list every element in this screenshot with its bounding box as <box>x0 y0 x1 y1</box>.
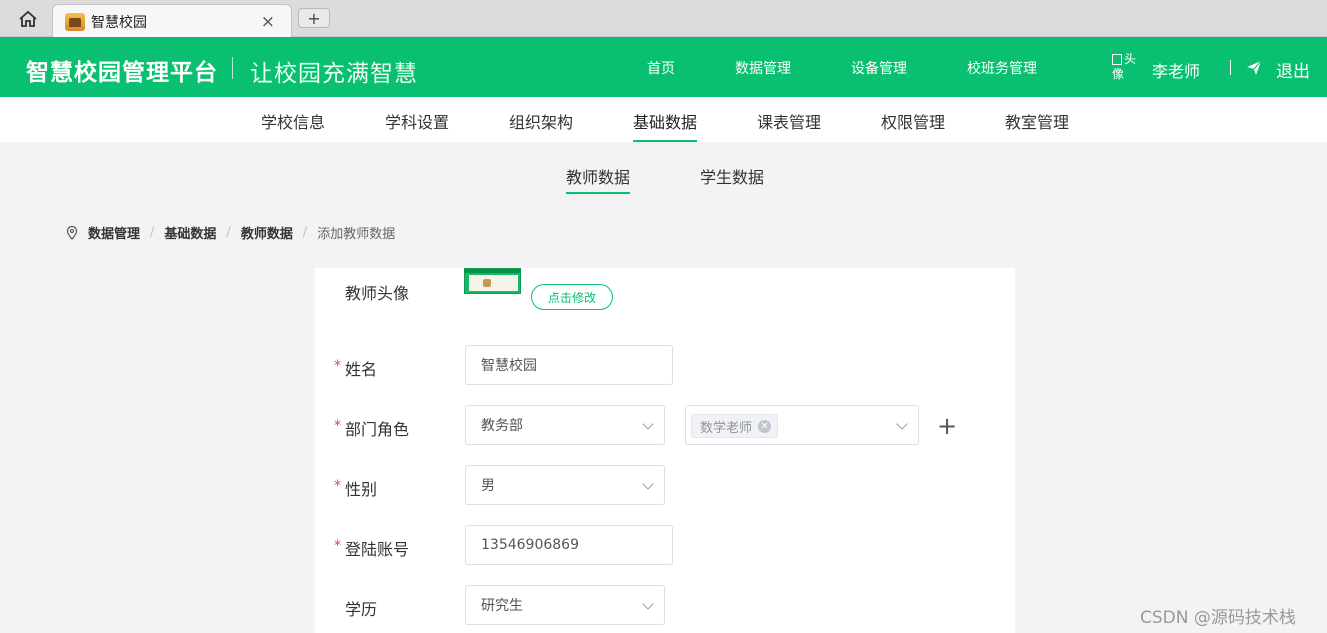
department-select[interactable]: 教务部 <box>465 405 665 445</box>
subnav-org-structure[interactable]: 组织架构 <box>509 109 573 133</box>
required-mark: * <box>334 418 341 434</box>
subnav-active-indicator <box>633 140 697 142</box>
user-name[interactable]: 李老师 <box>1152 58 1200 82</box>
tab-student-data[interactable]: 学生数据 <box>700 164 764 188</box>
add-role-button[interactable]: + <box>937 414 957 438</box>
education-select[interactable]: 研究生 <box>465 585 665 625</box>
new-tab-button[interactable]: + <box>298 8 330 28</box>
send-icon[interactable] <box>1246 60 1262 76</box>
role-tag-label: 数学老师 <box>700 420 753 436</box>
tab-teacher-data[interactable]: 教师数据 <box>566 164 630 188</box>
brand-divider <box>232 57 233 79</box>
name-input[interactable]: 智慧校园 <box>465 345 673 385</box>
gender-value: 男 <box>481 478 495 494</box>
app-header: 智慧校园管理平台 让校园充满智慧 首页 数据管理 设备管理 校班务管理 头像 李… <box>0 37 1327 97</box>
logout-button[interactable]: 退出 <box>1276 57 1310 82</box>
education-value: 研究生 <box>481 598 523 614</box>
required-mark: * <box>334 538 341 554</box>
name-label: * 姓名 <box>334 356 378 380</box>
breadcrumb-current: 添加教师数据 <box>317 227 396 242</box>
dept-role-label-text: 部门角色 <box>345 420 410 439</box>
breadcrumb-separator: / <box>302 225 308 240</box>
role-multiselect[interactable]: 数学老师 ✕ <box>685 405 919 445</box>
gender-select[interactable]: 男 <box>465 465 665 505</box>
account-label: * 登陆账号 <box>334 536 410 560</box>
chevron-down-icon <box>896 418 908 430</box>
brand-title: 智慧校园管理平台 <box>26 60 218 86</box>
breadcrumb-separator: / <box>150 225 155 240</box>
nav-device-management[interactable]: 设备管理 <box>851 58 907 78</box>
gender-label: * 性别 <box>334 476 378 500</box>
subnav-basic-data[interactable]: 基础数据 <box>633 109 697 133</box>
browser-tab[interactable]: 智慧校园 × <box>52 4 292 38</box>
location-pin-icon <box>66 225 78 240</box>
data-tab-active-indicator <box>566 192 630 194</box>
close-tab-icon[interactable]: × <box>261 12 275 32</box>
dept-role-label: * 部门角色 <box>334 416 410 440</box>
account-input[interactable]: 13546906869 <box>465 525 673 565</box>
nav-home[interactable]: 首页 <box>647 58 675 78</box>
breadcrumb-basic-data[interactable]: 基础数据 <box>164 223 216 242</box>
required-mark: * <box>334 478 341 494</box>
watermark-text: CSDN @源码技术栈 <box>1140 608 1296 628</box>
breadcrumb-separator: / <box>226 225 231 240</box>
education-label: 学历 <box>345 600 378 619</box>
nav-data-management[interactable]: 数据管理 <box>735 58 791 78</box>
subnav-school-info[interactable]: 学校信息 <box>261 109 325 133</box>
department-value: 教务部 <box>481 418 523 434</box>
account-label-text: 登陆账号 <box>345 540 410 559</box>
subnav-timetable[interactable]: 课表管理 <box>757 109 821 133</box>
favicon-icon <box>65 12 85 31</box>
chevron-down-icon <box>642 478 654 490</box>
header-divider <box>1230 60 1231 75</box>
required-mark: * <box>334 358 341 374</box>
chevron-down-icon <box>642 598 654 610</box>
teacher-avatar-image <box>464 268 521 294</box>
browser-tab-bar: 智慧校园 × + <box>0 0 1327 38</box>
avatar-label: 教师头像 <box>345 284 410 303</box>
subnav-subject-settings[interactable]: 学科设置 <box>385 109 449 133</box>
role-tag: 数学老师 ✕ <box>691 414 779 438</box>
name-label-text: 姓名 <box>345 360 378 379</box>
brand-slogan: 让校园充满智慧 <box>250 61 418 87</box>
modify-avatar-button[interactable]: 点击修改 <box>531 284 613 310</box>
avatar[interactable]: 头像 <box>1112 52 1142 86</box>
subnav-classrooms[interactable]: 教室管理 <box>1005 109 1069 133</box>
chevron-down-icon <box>642 418 654 430</box>
subnav-permissions[interactable]: 权限管理 <box>881 109 945 133</box>
tab-title: 智慧校园 <box>91 14 147 31</box>
nav-class-management[interactable]: 校班务管理 <box>967 58 1037 78</box>
gender-label-text: 性别 <box>345 480 378 499</box>
teacher-form: 教师头像 点击修改 * 姓名 智慧校园 * 部门角色 教务部 数学老师 ✕ + * 性… <box>315 268 1015 633</box>
breadcrumb-data-management[interactable]: 数据管理 <box>88 223 140 242</box>
sub-navigation: 学校信息 学科设置 组织架构 基础数据 课表管理 权限管理 教室管理 <box>0 97 1327 142</box>
tag-close-icon[interactable]: ✕ <box>758 419 772 433</box>
breadcrumb-teacher-data[interactable]: 教师数据 <box>241 223 293 242</box>
breadcrumb: 数据管理 / 基础数据 / 教师数据 / 添加教师数据 <box>66 223 395 242</box>
home-icon[interactable] <box>14 6 42 32</box>
